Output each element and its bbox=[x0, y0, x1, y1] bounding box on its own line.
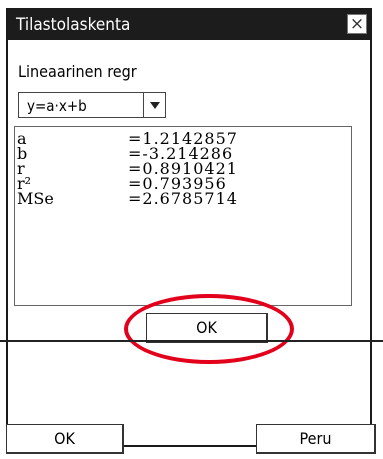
highlight-circle bbox=[124, 294, 294, 364]
result-value: =2.6785714 bbox=[128, 189, 238, 208]
model-select-value: y=a·x+b bbox=[27, 97, 87, 115]
chevron-down-icon bbox=[150, 102, 160, 109]
model-select[interactable]: y=a·x+b bbox=[18, 92, 166, 118]
cancel-button[interactable]: Peru bbox=[256, 424, 376, 454]
model-select-arrow-button[interactable] bbox=[143, 93, 165, 117]
stats-dialog: Tilastolaskenta × Lineaarinen regr y=a·x… bbox=[6, 8, 372, 447]
divider bbox=[0, 340, 383, 342]
results-panel: a =1.2142857 b =-3.214286 r =0.8910421 r… bbox=[14, 126, 352, 306]
close-button[interactable]: × bbox=[347, 14, 367, 34]
regression-type-label: Lineaarinen regr bbox=[18, 62, 137, 81]
result-name: MSe bbox=[17, 189, 54, 208]
dialog-title: Tilastolaskenta bbox=[16, 15, 131, 35]
titlebar: Tilastolaskenta × bbox=[8, 10, 370, 40]
close-icon: × bbox=[349, 14, 365, 34]
bottom-ok-button[interactable]: OK bbox=[6, 424, 124, 454]
